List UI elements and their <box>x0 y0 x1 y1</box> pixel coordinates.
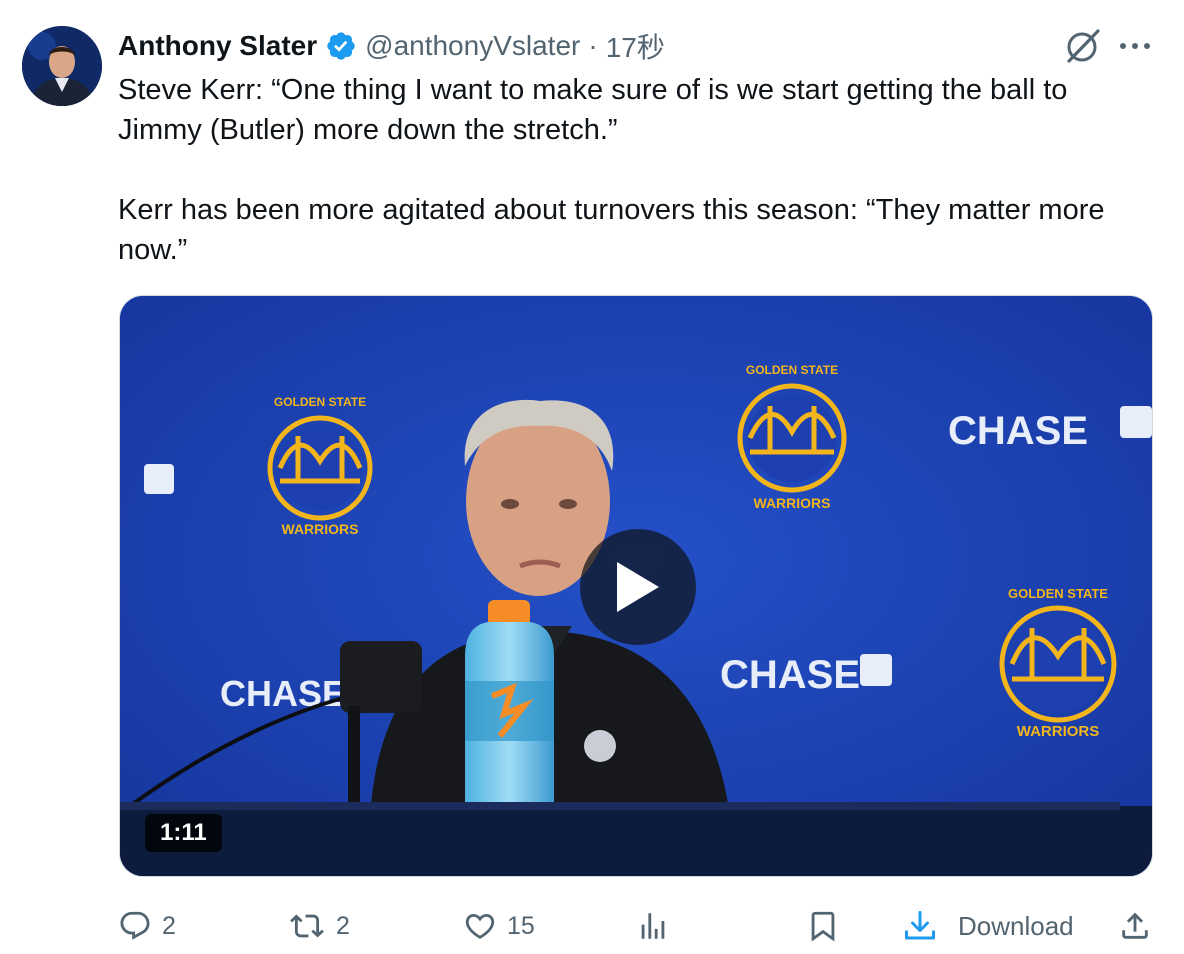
bookmark-icon <box>811 911 835 942</box>
svg-text:WARRIORS: WARRIORS <box>282 521 359 537</box>
chase-logo-text: CHASE <box>220 673 346 714</box>
video-player[interactable]: GOLDEN STATE WARRIORS GOLDEN STATE WARRI… <box>119 295 1153 877</box>
author-name[interactable]: Anthony Slater <box>118 30 317 62</box>
reply-button[interactable]: 2 <box>118 900 176 952</box>
separator-dot: · <box>588 30 598 61</box>
download-button[interactable]: Download <box>902 900 1074 952</box>
svg-text:WARRIORS: WARRIORS <box>754 495 831 511</box>
repost-icon <box>290 914 324 938</box>
svg-text:GOLDEN STATE: GOLDEN STATE <box>274 395 366 409</box>
chase-logo-text: CHASE <box>948 409 1088 453</box>
author-handle[interactable]: @anthonyVslater <box>365 30 580 62</box>
play-button[interactable] <box>580 529 696 645</box>
timestamp[interactable]: 17秒 <box>606 26 665 66</box>
like-icon <box>465 913 495 939</box>
share-icon <box>1122 912 1148 939</box>
svg-text:GOLDEN STATE: GOLDEN STATE <box>746 363 838 377</box>
tweet-header: Anthony Slater @anthonyVslater · 17秒 <box>118 26 665 66</box>
reply-icon <box>120 911 150 940</box>
avatar[interactable] <box>22 26 102 106</box>
repost-button[interactable]: 2 <box>288 900 350 952</box>
views-button[interactable] <box>636 900 670 952</box>
grok-icon[interactable] <box>1064 26 1102 66</box>
svg-text:WARRIORS: WARRIORS <box>1017 723 1100 740</box>
chase-logo-text: CHASE <box>720 653 860 697</box>
play-icon <box>617 562 659 612</box>
video-duration: 1:11 <box>145 814 222 852</box>
sports-drink-bottle <box>465 600 554 811</box>
repost-count: 2 <box>336 911 350 940</box>
action-bar: 2 2 15 Download <box>118 900 1158 952</box>
svg-text:GOLDEN STATE: GOLDEN STATE <box>1008 586 1108 601</box>
reply-count: 2 <box>162 911 176 940</box>
download-icon <box>905 911 935 940</box>
tweet-text: Steve Kerr: “One thing I want to make su… <box>118 70 1158 270</box>
tweet-paragraph-2: Kerr has been more agitated about turnov… <box>118 194 1105 266</box>
like-count: 15 <box>507 911 535 940</box>
download-label: Download <box>958 910 1074 941</box>
tweet-paragraph-1: Steve Kerr: “One thing I want to make su… <box>118 74 1068 146</box>
share-button[interactable] <box>1118 900 1152 952</box>
bookmark-button[interactable] <box>806 900 840 952</box>
more-icon[interactable] <box>1118 30 1152 62</box>
views-icon <box>641 913 665 939</box>
verified-badge-icon <box>325 30 357 62</box>
like-button[interactable]: 15 <box>463 900 535 952</box>
